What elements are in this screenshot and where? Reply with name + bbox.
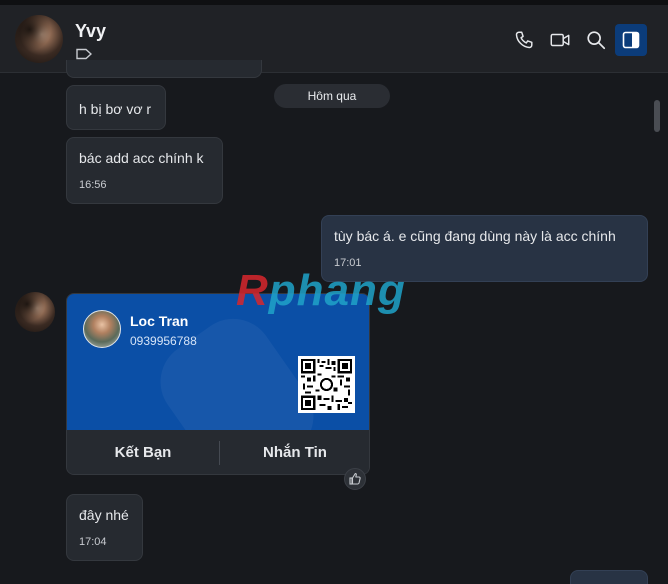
message-text: đây nhé xyxy=(79,507,129,523)
qr-code[interactable] xyxy=(298,356,355,413)
contact-card-actions: Kết Bạn Nhắn Tin xyxy=(67,430,369,474)
my-message-bubble-partial[interactable] xyxy=(570,570,648,584)
message-bubble[interactable]: bác add acc chính k 16:56 xyxy=(66,137,223,204)
sender-avatar[interactable] xyxy=(15,292,55,332)
card-contact-name[interactable]: Loc Tran xyxy=(130,313,188,329)
toggle-info-panel-button[interactable] xyxy=(615,24,647,56)
phone-icon[interactable] xyxy=(513,29,535,51)
message-bubble[interactable]: đây nhé 17:04 xyxy=(66,494,143,561)
contact-avatar[interactable] xyxy=(15,15,63,63)
contact-card[interactable]: Loc Tran 0939956788 Kết Bạn Nhắn Tin xyxy=(66,293,370,475)
message-time: 17:04 xyxy=(79,536,107,548)
scrollbar-thumb[interactable] xyxy=(654,100,660,132)
card-contact-avatar[interactable] xyxy=(83,310,121,348)
message-text: tùy bác á. e cũng đang dùng này là acc c… xyxy=(334,228,616,244)
add-friend-button[interactable]: Kết Bạn xyxy=(67,430,219,474)
message-text: h bị bơ vơ r xyxy=(79,101,152,117)
thumbs-up-icon xyxy=(349,473,361,485)
side-panel-icon xyxy=(622,31,640,49)
contact-name[interactable]: Yvy xyxy=(75,21,106,42)
message-bubble[interactable]: h bị bơ vơ r xyxy=(66,85,166,130)
video-call-icon[interactable] xyxy=(549,29,571,51)
date-divider: Hôm qua xyxy=(274,84,390,108)
react-like-button[interactable] xyxy=(344,468,366,490)
search-icon[interactable] xyxy=(585,29,607,51)
message-text: bác add acc chính k xyxy=(79,150,204,166)
previous-message-bubble[interactable] xyxy=(66,60,262,78)
message-time: 16:56 xyxy=(79,179,107,191)
watermark-logo: Rphang xyxy=(236,266,406,315)
card-contact-phone: 0939956788 xyxy=(130,334,197,348)
tag-icon[interactable] xyxy=(76,48,92,60)
